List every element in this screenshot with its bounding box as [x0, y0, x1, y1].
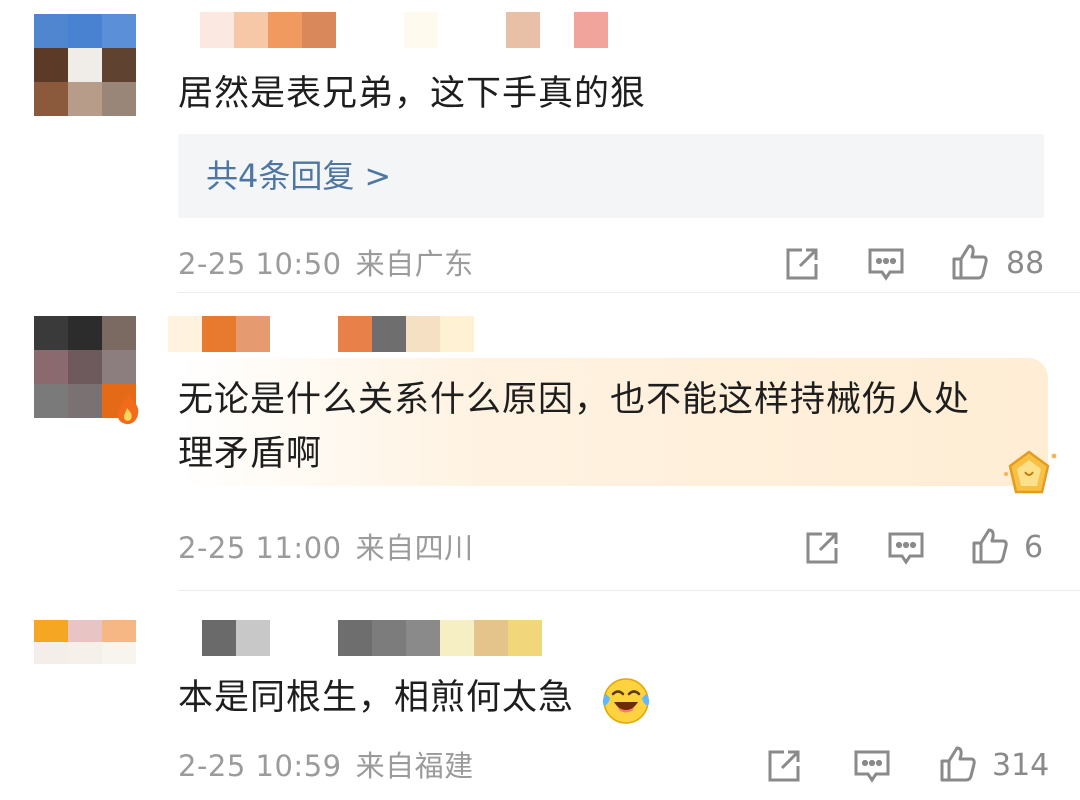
comment-location: 来自四川 — [355, 531, 474, 565]
avatar-tile — [68, 14, 102, 48]
avatar-tile — [68, 316, 102, 350]
avatar-tile — [68, 82, 102, 116]
comment-time: 2-25 10:50 — [178, 247, 342, 281]
username-tile — [406, 316, 440, 352]
share-icon[interactable] — [782, 244, 822, 284]
username-tile — [236, 620, 270, 656]
flame-icon — [117, 394, 139, 425]
chevron-right-icon: > — [364, 157, 392, 195]
badge-icon — [1004, 450, 1057, 494]
username-tile — [370, 12, 404, 48]
username-tile — [202, 316, 236, 352]
thumbs-up-icon[interactable] — [970, 526, 1010, 566]
username-tile — [268, 12, 302, 48]
reply-box[interactable]: 共4条回复 > — [178, 134, 1044, 218]
username-tile — [304, 620, 338, 656]
username-tile — [168, 316, 202, 352]
avatar-tile — [34, 350, 68, 384]
username-tile — [508, 620, 542, 656]
divider — [178, 292, 1080, 293]
view-replies-label: 共4条回复 — [206, 157, 355, 195]
username-tile — [372, 620, 406, 656]
view-replies-link[interactable]: 共4条回复 > — [206, 134, 391, 218]
username-tile — [440, 316, 474, 352]
username-tile — [574, 12, 608, 48]
username-blurred[interactable] — [166, 12, 608, 48]
comment-time: 2-25 11:00 — [178, 531, 342, 565]
comment-time: 2-25 10:59 — [178, 749, 342, 783]
thumbs-up-icon[interactable] — [938, 744, 978, 784]
comment-icon[interactable] — [866, 244, 906, 284]
comment-meta: 2-25 10:50 来自广东 — [178, 244, 474, 284]
avatar-tile — [34, 620, 68, 642]
avatar-tile — [34, 384, 68, 418]
username-tile — [438, 12, 472, 48]
avatar-tile — [34, 316, 68, 350]
username-tile — [270, 316, 304, 352]
comment-text: 居然是表兄弟，这下手真的狠 — [178, 74, 647, 114]
comment-location: 来自广东 — [355, 247, 474, 281]
comment-text-line1: 无论是什么关系什么原因，也不能这样持械伤人处 — [178, 380, 971, 420]
username-tile — [506, 12, 540, 48]
comment-text-line2: 理矛盾啊 — [178, 434, 323, 474]
divider — [178, 590, 1080, 591]
username-tile — [474, 620, 508, 656]
username-tile — [472, 12, 506, 48]
avatar-tile — [102, 48, 136, 82]
avatar[interactable] — [34, 620, 136, 686]
avatar-tile — [102, 664, 136, 686]
username-tile — [200, 12, 234, 48]
username-blurred[interactable] — [168, 316, 474, 352]
comment-meta: 2-25 10:59 来自福建 — [178, 746, 474, 786]
username-tile — [302, 12, 336, 48]
username-tile — [304, 316, 338, 352]
avatar-tile — [68, 350, 102, 384]
share-icon[interactable] — [802, 528, 842, 568]
username-tile — [440, 620, 474, 656]
avatar-tile — [102, 350, 136, 384]
username-blurred[interactable] — [168, 620, 542, 656]
username-tile — [202, 620, 236, 656]
avatar-tile — [34, 48, 68, 82]
username-tile — [166, 12, 200, 48]
avatar-tile — [68, 664, 102, 686]
comment-icon[interactable] — [852, 746, 892, 786]
avatar-tile — [68, 642, 102, 664]
username-tile — [270, 620, 304, 656]
username-tile — [404, 12, 438, 48]
username-tile — [338, 620, 372, 656]
username-tile — [406, 620, 440, 656]
comment-text: 本是同根生，相煎何太急 — [178, 678, 575, 718]
avatar-tile — [34, 14, 68, 48]
comment-meta: 2-25 11:00 来自四川 — [178, 528, 474, 568]
avatar-tile — [34, 664, 68, 686]
avatar-tile — [34, 82, 68, 116]
like-count: 314 — [992, 748, 1050, 783]
comment-location: 来自福建 — [355, 749, 474, 783]
username-tile — [234, 12, 268, 48]
username-tile — [236, 316, 270, 352]
like-count: 6 — [1024, 530, 1044, 565]
avatar-tile — [68, 620, 102, 642]
comment-icon[interactable] — [886, 528, 926, 568]
laughing-crying-emoji-icon — [602, 678, 650, 724]
username-tile — [336, 12, 370, 48]
avatar-tile — [102, 316, 136, 350]
like-count: 88 — [1006, 246, 1045, 281]
username-tile — [338, 316, 372, 352]
thumbs-up-icon[interactable] — [950, 242, 990, 282]
avatar-tile — [34, 642, 68, 664]
username-tile — [168, 620, 202, 656]
avatar-tile — [102, 620, 136, 642]
avatar-tile — [68, 384, 102, 418]
username-tile — [540, 12, 574, 48]
avatar-tile — [102, 82, 136, 116]
avatar[interactable] — [34, 14, 136, 116]
avatar-tile — [102, 14, 136, 48]
share-icon[interactable] — [764, 746, 804, 786]
avatar-tile — [102, 642, 136, 664]
avatar-tile — [68, 48, 102, 82]
username-tile — [372, 316, 406, 352]
